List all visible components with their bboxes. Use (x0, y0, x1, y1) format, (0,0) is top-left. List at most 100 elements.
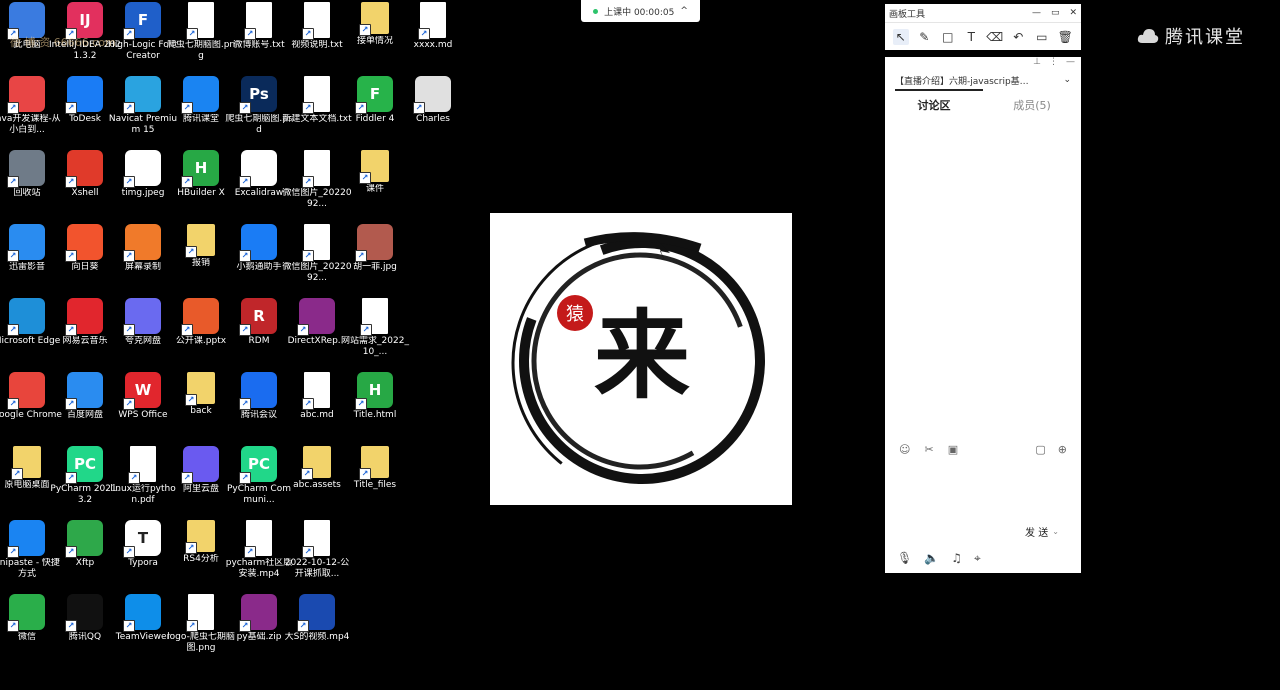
collapse-chevron-icon[interactable]: ^ (680, 6, 688, 16)
shortcut-arrow-icon: ↗ (7, 176, 19, 188)
desktop-icon-label: 网站需求_2022_10_... (341, 336, 409, 357)
shortcut-arrow-icon: ↗ (301, 468, 313, 480)
shortcut-arrow-icon: ↗ (65, 398, 77, 410)
desktop-icon-label: 课件 (365, 184, 384, 194)
desktop-icon-label: 胡一菲.jpg (353, 262, 397, 272)
shortcut-arrow-icon: ↗ (181, 176, 193, 188)
maximize-icon[interactable]: ▭ (1051, 8, 1060, 18)
brand-name: 腾讯课堂 (1165, 27, 1245, 48)
shortcut-arrow-icon: ↗ (123, 176, 135, 188)
shortcut-arrow-icon: ↗ (297, 620, 309, 632)
watermark-text: 微 博:资 66666.com (10, 36, 116, 49)
undo-icon[interactable]: ↶ (1010, 29, 1026, 45)
desktop-icon-label: Title.html (353, 410, 397, 420)
music-icon[interactable]: ♫ (951, 551, 962, 566)
shortcut-arrow-icon: ↗ (65, 324, 77, 336)
desktop-icon[interactable]: ↗ Title_files (339, 444, 411, 516)
desktop-icon-image: W ↗ (123, 372, 161, 410)
shortcut-arrow-icon: ↗ (244, 546, 256, 558)
minimize-icon[interactable]: — (1032, 8, 1041, 18)
tab-discussion[interactable]: 讨论区 (885, 97, 983, 113)
select-icon[interactable]: ↖ (892, 29, 909, 45)
shortcut-arrow-icon: ↗ (7, 102, 19, 114)
chevron-down-icon: ⌄ (1063, 75, 1071, 85)
location-icon[interactable]: ⌖ (974, 551, 981, 566)
shortcut-arrow-icon: ↗ (65, 546, 77, 558)
pen-icon[interactable]: ✎ (916, 29, 932, 45)
cloud-logo-icon (1137, 29, 1159, 43)
shortcut-arrow-icon: ↗ (65, 102, 77, 114)
shortcut-arrow-icon: ↗ (244, 28, 256, 40)
shortcut-arrow-icon: ↗ (297, 324, 309, 336)
desktop-icon-image: ↗ (11, 446, 41, 480)
desktop-icon-image: R ↗ (239, 298, 277, 336)
seal-char: 猿 (566, 304, 584, 325)
class-status-bar[interactable]: 上课中 00:00:05 ^ (581, 0, 700, 22)
desktop-icon-image: ↗ (355, 224, 393, 262)
desktop-icon-label: xxxx.md (413, 40, 453, 50)
shortcut-arrow-icon: ↗ (359, 468, 371, 480)
minimize-icon[interactable]: — (1066, 57, 1075, 71)
desktop-icon-image: T ↗ (123, 520, 161, 558)
desktop-icon-image: ↗ (302, 224, 330, 262)
shortcut-arrow-icon: ↗ (123, 102, 135, 114)
text-icon[interactable]: T (963, 29, 979, 45)
desktop-icon[interactable]: ↗ 大S的视频.mp4 (281, 592, 353, 664)
desktop-icon-image: ↗ (359, 446, 389, 480)
desktop-icon-image: ↗ (65, 224, 103, 262)
microphone-icon[interactable]: 🎙 (897, 551, 912, 566)
desktop-icon-image: ↗ (7, 372, 45, 410)
desktop-icon-image: ↗ (186, 594, 214, 632)
desktop-icon-image: ↗ (65, 150, 103, 188)
desktop-icon[interactable]: ↗ Charles (397, 74, 469, 146)
tab-members[interactable]: 成员(5) (983, 97, 1081, 113)
chevron-down-icon[interactable]: ⌄ (1052, 527, 1059, 536)
desktop-icon-image: ↗ (302, 76, 330, 114)
desktop-icon[interactable]: ↗ 课件 (339, 148, 411, 220)
send-button[interactable]: 发 送 ⌄ (1019, 521, 1065, 541)
shortcut-arrow-icon: ↗ (239, 324, 251, 336)
drawing-board-toolbar: 画板工具 — ▭ ✕ ↖ ✎ □ T ⌫ ↶ ▭ 🗑 (885, 4, 1081, 50)
desktop-icon[interactable]: ↗ 2022-10-12-公开课抓取... (281, 518, 353, 590)
desktop-icon-image: F ↗ (355, 76, 393, 114)
shortcut-arrow-icon: ↗ (65, 472, 77, 484)
close-icon[interactable]: ✕ (1069, 8, 1077, 18)
desktop-icon-image: ↗ (239, 594, 277, 632)
shortcut-arrow-icon: ↗ (185, 394, 197, 406)
board-tools-title: 画板工具 (889, 9, 926, 20)
rect-icon[interactable]: □ (940, 29, 956, 45)
scissors-icon[interactable]: ✂ (924, 443, 933, 456)
screen-icon[interactable]: ▭ (1034, 29, 1050, 45)
trash-icon[interactable]: 🗑 (1057, 29, 1073, 45)
desktop-icon-image: ↗ (302, 2, 330, 40)
desktop-icon[interactable]: ↗ 胡一菲.jpg (339, 222, 411, 294)
desktop-icon[interactable]: ↗ xxxx.md (397, 0, 469, 72)
desktop-icon-image: ↗ (297, 298, 335, 336)
course-selector[interactable]: 【直播介绍】六期-javascrip基… ⌄ (885, 71, 1081, 89)
desktop-icon-image: ↗ (65, 594, 103, 632)
desktop-icon[interactable]: H ↗ Title.html (339, 370, 411, 442)
desktop-icon-image: ↗ (123, 76, 161, 114)
desktop-icon-image: ↗ (239, 150, 277, 188)
image-icon[interactable]: ▣ (948, 443, 958, 456)
comment-icon[interactable]: ▢ (1035, 443, 1045, 456)
send-label: 发 送 (1025, 527, 1049, 539)
shortcut-arrow-icon: ↗ (181, 102, 193, 114)
shortcut-arrow-icon: ↗ (123, 250, 135, 262)
desktop-icon-image: ↗ (7, 150, 45, 188)
emoji-icon[interactable]: ☺ (899, 443, 910, 456)
desktop-icon[interactable]: ↗ 网站需求_2022_10_... (339, 296, 411, 368)
shortcut-arrow-icon: ↗ (239, 398, 251, 410)
pin-icon[interactable]: ⊥ (1033, 57, 1041, 71)
add-icon[interactable]: ⊕ (1058, 443, 1067, 456)
shortcut-arrow-icon: ↗ (239, 102, 251, 114)
shortcut-arrow-icon: ↗ (186, 620, 198, 632)
desktop-icon-image: ↗ (181, 446, 219, 484)
shortcut-arrow-icon: ↗ (181, 324, 193, 336)
more-icon[interactable]: ⋮ (1049, 57, 1058, 71)
live-dot-icon (593, 8, 599, 14)
shortcut-arrow-icon: ↗ (11, 468, 23, 480)
eraser-icon[interactable]: ⌫ (986, 29, 1003, 45)
desktop-icon-image: ↗ (302, 520, 330, 558)
speaker-icon[interactable]: 🔈 (924, 551, 939, 566)
